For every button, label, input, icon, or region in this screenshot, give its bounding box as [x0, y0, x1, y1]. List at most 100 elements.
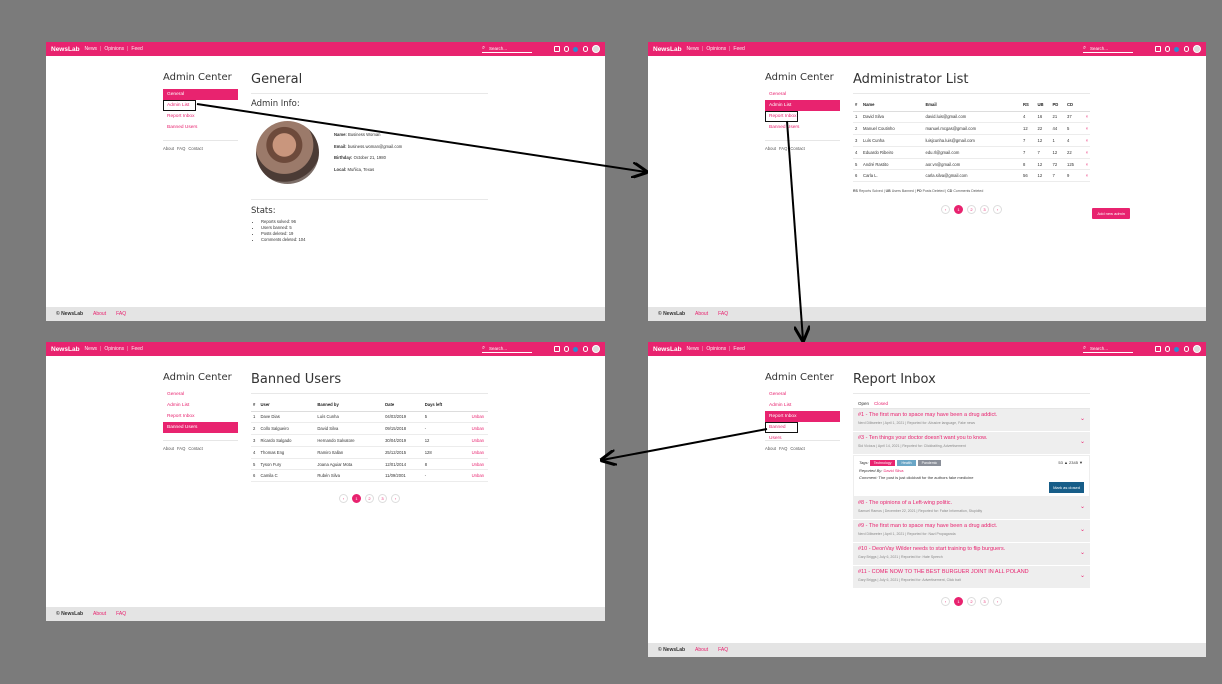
search-input[interactable]: ⌕ Search... — [482, 45, 532, 53]
link-about[interactable]: About — [163, 446, 174, 451]
bookmark-icon[interactable] — [564, 346, 569, 352]
sidebar-item-general[interactable]: General — [765, 389, 840, 400]
nav-news[interactable]: News — [687, 46, 700, 52]
report-item[interactable]: #1 - The first man to space may have bee… — [853, 409, 1090, 432]
sidebar-item-report-inbox[interactable]: Report Inbox — [765, 111, 798, 122]
sidebar-item-admin-list[interactable]: Admin List — [163, 100, 196, 111]
page-3[interactable]: 3 — [378, 494, 387, 504]
notifications-icon[interactable] — [573, 46, 580, 52]
sidebar-item-general[interactable]: General — [163, 389, 238, 400]
avatar[interactable] — [592, 345, 600, 353]
nav-opinions[interactable]: Opinions — [706, 346, 726, 352]
add-admin-button[interactable]: Add new admin — [1092, 208, 1130, 219]
reporter-link[interactable]: David Silva — [883, 468, 903, 473]
unban-button[interactable]: Unban — [456, 458, 488, 471]
nav-news[interactable]: News — [85, 346, 98, 352]
page-1[interactable]: 1 — [954, 205, 963, 215]
remove-admin-icon[interactable]: × — [1081, 111, 1090, 124]
sidebar-item-admin-list[interactable]: Admin List — [163, 400, 238, 411]
link-contact[interactable]: Contact — [188, 446, 202, 451]
nav-opinions[interactable]: Opinions — [104, 346, 124, 352]
remove-admin-icon[interactable]: × — [1081, 169, 1090, 183]
page-3[interactable]: 3 — [980, 205, 989, 215]
link-faq[interactable]: FAQ — [177, 446, 185, 451]
footer-faq[interactable]: FAQ — [718, 311, 728, 317]
mark-closed-button[interactable]: Mark as closed — [1049, 482, 1084, 493]
footer-about[interactable]: About — [695, 647, 708, 653]
sidebar-item-general[interactable]: General — [163, 89, 238, 100]
page-prev[interactable]: ‹ — [941, 205, 950, 215]
page-prev[interactable]: ‹ — [941, 597, 950, 606]
nav-news[interactable]: News — [85, 46, 98, 52]
brand-logo[interactable]: NewsLab — [51, 46, 80, 53]
unban-button[interactable]: Unban — [456, 434, 488, 447]
footer-faq[interactable]: FAQ — [116, 311, 126, 317]
sidebar-item-admin-list[interactable]: Admin List — [765, 100, 840, 111]
report-item[interactable]: #9 - The first man to space may have bee… — [853, 520, 1090, 543]
avatar[interactable] — [1193, 345, 1201, 353]
notifications-icon[interactable] — [1174, 46, 1181, 52]
link-faq[interactable]: FAQ — [177, 146, 185, 151]
notifications-icon[interactable] — [1174, 346, 1181, 352]
unban-button[interactable]: Unban — [456, 469, 488, 483]
search-input[interactable]: ⌕ Search... — [1083, 345, 1133, 353]
nav-feed[interactable]: Feed — [131, 46, 142, 52]
page-prev[interactable]: ‹ — [339, 494, 348, 504]
search-input[interactable]: ⌕ Search... — [1083, 45, 1133, 53]
edit-icon[interactable] — [554, 346, 560, 352]
page-2[interactable]: 2 — [967, 597, 976, 606]
unban-button[interactable]: Unban — [456, 411, 488, 424]
brand-logo[interactable]: NewsLab — [51, 346, 80, 353]
page-1[interactable]: 1 — [352, 494, 361, 504]
search-input[interactable]: ⌕ Search... — [482, 345, 532, 353]
page-2[interactable]: 2 — [967, 205, 976, 215]
remove-admin-icon[interactable]: × — [1081, 122, 1090, 136]
nav-news[interactable]: News — [687, 346, 700, 352]
sidebar-item-general[interactable]: General — [765, 89, 840, 100]
nav-opinions[interactable]: Opinions — [706, 46, 726, 52]
sidebar-item-report-inbox[interactable]: Report Inbox — [163, 411, 238, 422]
link-faq[interactable]: FAQ — [779, 146, 787, 151]
unban-button[interactable]: Unban — [456, 446, 488, 459]
link-about[interactable]: About — [163, 146, 174, 151]
page-next[interactable]: › — [391, 494, 400, 504]
notifications-icon[interactable] — [573, 346, 580, 352]
bookmark-icon[interactable] — [564, 46, 569, 52]
remove-admin-icon[interactable]: × — [1081, 134, 1090, 147]
report-item[interactable]: #11 - COME NOW TO THE BEST BURGUER JOINT… — [853, 566, 1090, 589]
link-contact[interactable]: Contact — [188, 146, 202, 151]
bell-icon[interactable] — [583, 346, 588, 352]
edit-icon[interactable] — [1155, 346, 1161, 352]
sidebar-item-report-inbox[interactable]: Report Inbox — [163, 111, 238, 122]
unban-button[interactable]: Unban — [456, 422, 488, 436]
bell-icon[interactable] — [1184, 46, 1189, 52]
page-1[interactable]: 1 — [954, 597, 963, 606]
remove-admin-icon[interactable]: × — [1081, 146, 1090, 159]
bookmark-icon[interactable] — [1165, 346, 1170, 352]
report-item[interactable]: #8 - The opinions of a Left-wing politic… — [853, 497, 1090, 520]
report-item[interactable]: #3 - Ten things your doctor doesn't want… — [853, 432, 1090, 455]
nav-feed[interactable]: Feed — [131, 346, 142, 352]
bookmark-icon[interactable] — [1165, 46, 1170, 52]
link-contact[interactable]: Contact — [790, 146, 804, 151]
footer-about[interactable]: About — [93, 311, 106, 317]
sidebar-item-admin-list[interactable]: Admin List — [765, 400, 840, 411]
sidebar-item-report-inbox[interactable]: Report Inbox — [765, 411, 840, 422]
avatar[interactable] — [1193, 45, 1201, 53]
nav-feed[interactable]: Feed — [733, 46, 744, 52]
sidebar-item-banned-users[interactable]: Banned Users — [163, 122, 238, 133]
sidebar-item-banned-users[interactable]: Banned Users — [765, 422, 798, 441]
link-faq[interactable]: FAQ — [779, 446, 787, 451]
tab-closed[interactable]: Closed — [874, 401, 888, 406]
footer-about[interactable]: About — [93, 611, 106, 617]
edit-icon[interactable] — [1155, 46, 1161, 52]
bell-icon[interactable] — [583, 46, 588, 52]
sidebar-item-banned-users[interactable]: Banned Users — [765, 122, 840, 133]
remove-admin-icon[interactable]: × — [1081, 158, 1090, 171]
page-next[interactable]: › — [993, 597, 1002, 606]
nav-feed[interactable]: Feed — [733, 346, 744, 352]
edit-icon[interactable] — [554, 46, 560, 52]
page-next[interactable]: › — [993, 205, 1002, 215]
report-item[interactable]: #10 - DeonVay Wilder needs to start trai… — [853, 543, 1090, 566]
bell-icon[interactable] — [1184, 346, 1189, 352]
